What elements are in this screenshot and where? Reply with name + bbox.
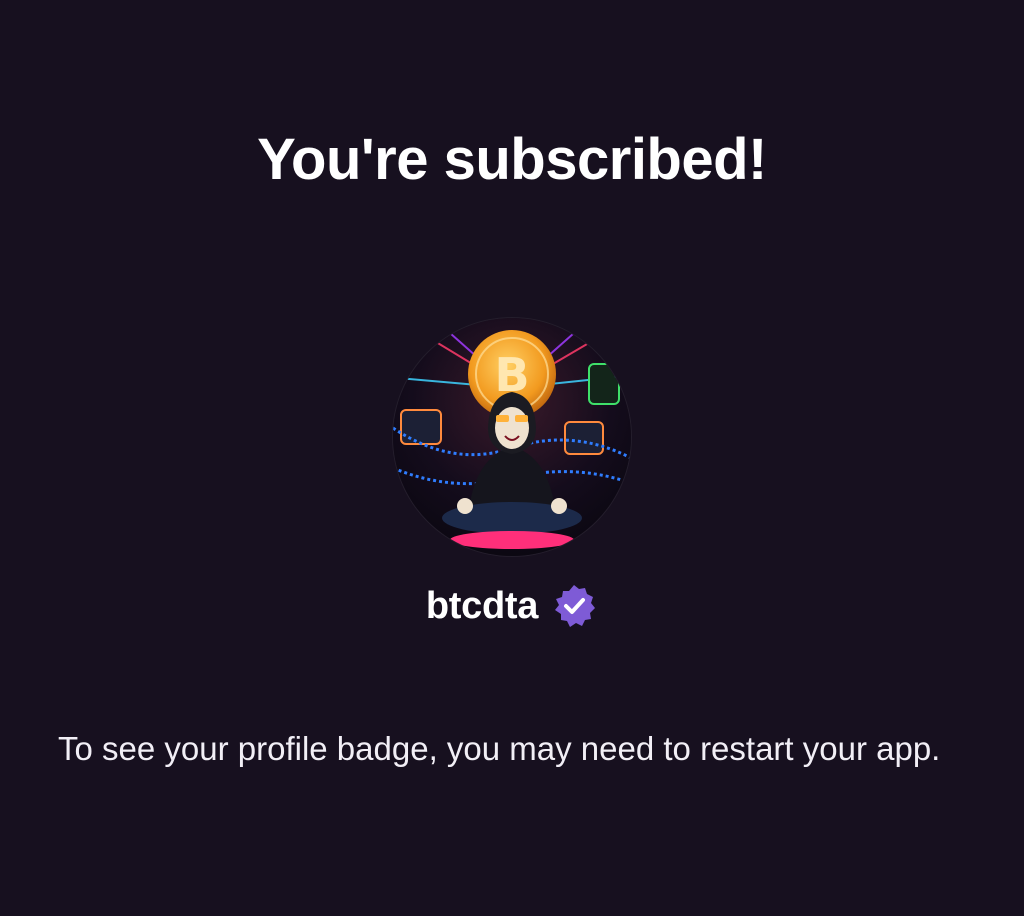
avatar: B <box>393 318 631 556</box>
bitcoin-avatar-icon: B <box>393 318 631 556</box>
page-title: You're subscribed! <box>257 127 767 192</box>
profile-name-row: btcdta <box>0 578 1024 634</box>
username: btcdta <box>425 584 539 627</box>
restart-app-message: To see your profile badge, you may need … <box>58 730 941 767</box>
verified-badge-icon <box>550 582 598 630</box>
